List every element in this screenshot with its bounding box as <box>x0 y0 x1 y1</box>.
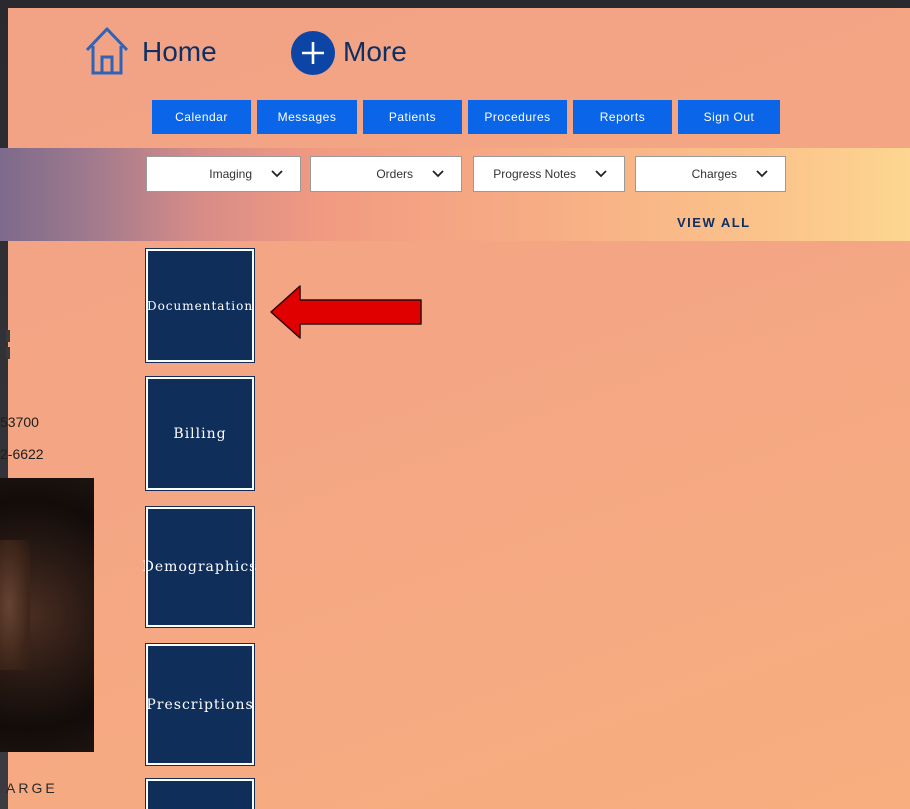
sidebar-mark <box>6 347 10 359</box>
prescriptions-card[interactable]: Prescriptions <box>145 643 255 766</box>
more-card[interactable] <box>145 778 255 809</box>
home-icon[interactable] <box>84 24 130 76</box>
more-link[interactable]: More <box>343 36 407 68</box>
plus-circle-icon[interactable] <box>291 31 335 75</box>
imaging-dropdown[interactable]: Imaging <box>146 156 301 192</box>
orders-dropdown[interactable]: Orders <box>310 156 462 192</box>
sidebar-phone-2: 2-6622 <box>0 446 44 462</box>
patients-button[interactable]: Patients <box>363 100 462 134</box>
patient-photo-face <box>0 540 30 670</box>
charges-dropdown[interactable]: Charges <box>635 156 786 192</box>
dropdown-label: Orders <box>376 167 413 181</box>
chevron-down-icon <box>756 170 768 178</box>
home-link[interactable]: Home <box>142 36 217 68</box>
dropdown-label: Imaging <box>209 167 252 181</box>
messages-button[interactable]: Messages <box>257 100 357 134</box>
card-label: Prescriptions <box>146 696 254 713</box>
demographics-card[interactable]: Demographics <box>143 506 256 628</box>
card-label: Billing <box>173 425 227 442</box>
view-all-link[interactable]: VIEW ALL <box>677 215 751 230</box>
progress-notes-dropdown[interactable]: Progress Notes <box>473 156 625 192</box>
procedures-button[interactable]: Procedures <box>468 100 567 134</box>
chevron-down-icon <box>432 170 444 178</box>
nav-button-bar: Calendar Messages Patients Procedures Re… <box>152 100 786 134</box>
card-label: Demographics <box>142 559 258 575</box>
chevron-down-icon <box>595 170 607 178</box>
calendar-button[interactable]: Calendar <box>152 100 251 134</box>
red-arrow-icon <box>270 285 422 339</box>
billing-card[interactable]: Billing <box>145 376 255 491</box>
sidebar-phone-1: 53700 <box>0 414 39 430</box>
reports-button[interactable]: Reports <box>573 100 672 134</box>
dropdown-label: Progress Notes <box>493 167 576 181</box>
documentation-card[interactable]: Documentation <box>145 248 255 363</box>
sidebar-bottom-label: ARGE <box>6 780 58 796</box>
sign-out-button[interactable]: Sign Out <box>678 100 780 134</box>
sidebar-mark <box>6 330 10 342</box>
app-window: Home More Calendar Messages Patients Pro… <box>0 0 910 809</box>
dropdown-label: Charges <box>691 167 737 181</box>
chevron-down-icon <box>271 170 283 178</box>
card-label: Documentation <box>146 298 254 313</box>
